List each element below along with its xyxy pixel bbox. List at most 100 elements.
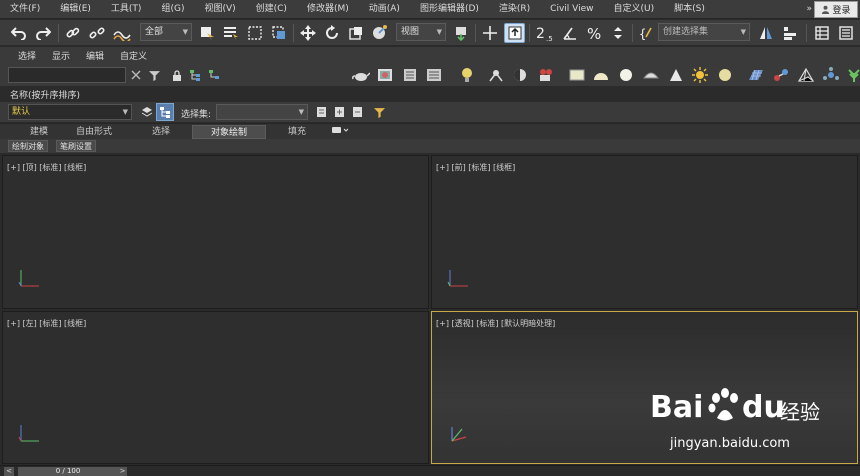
- undo-icon[interactable]: [8, 23, 30, 43]
- menu-graph-editors[interactable]: 图形编辑器(D): [410, 0, 489, 19]
- explorer-search-input[interactable]: [8, 67, 126, 83]
- tab-modeling[interactable]: 建模: [24, 125, 54, 139]
- tab-object-paint[interactable]: 对象绘制: [192, 125, 266, 139]
- layer-explorer-icon[interactable]: [811, 23, 833, 43]
- mirror-icon[interactable]: [755, 23, 777, 43]
- ribbon-options-icon[interactable]: [328, 125, 352, 139]
- atom-icon[interactable]: [822, 66, 840, 84]
- edit-named-selection-icon[interactable]: {: [636, 23, 656, 43]
- sphere-half-icon[interactable]: [511, 66, 529, 84]
- percent-snap-icon[interactable]: %: [583, 23, 605, 43]
- teapot-icon[interactable]: [352, 66, 370, 84]
- molecule-icon[interactable]: [772, 66, 790, 84]
- viewport-label[interactable]: [+] [左] [标准] [线框]: [7, 318, 86, 329]
- window-crossing-icon[interactable]: [268, 23, 290, 43]
- unlink-icon[interactable]: [86, 23, 108, 43]
- sphere-icon[interactable]: [617, 66, 635, 84]
- redo-icon[interactable]: [32, 23, 54, 43]
- scale-icon[interactable]: [345, 23, 367, 43]
- hemisphere-icon[interactable]: [592, 66, 610, 84]
- explorer-menu-edit[interactable]: 编辑: [78, 49, 112, 62]
- link-icon[interactable]: [62, 23, 84, 43]
- angle-snap-icon[interactable]: [559, 23, 581, 43]
- plane-icon[interactable]: [568, 66, 586, 84]
- pivot-center-icon[interactable]: [450, 23, 472, 43]
- spinner-snap-icon[interactable]: [607, 23, 629, 43]
- cone-icon[interactable]: [667, 66, 685, 84]
- explorer-menu-customize[interactable]: 自定义: [112, 49, 155, 62]
- viewport-front[interactable]: [+] [前] [标准] [线框]: [431, 155, 858, 309]
- tab-selection[interactable]: 选择: [144, 125, 178, 139]
- explorer-menu-display[interactable]: 显示: [44, 49, 78, 62]
- pyramid-icon[interactable]: [797, 66, 815, 84]
- menu-scripting[interactable]: 脚本(S): [664, 0, 715, 19]
- menu-animation[interactable]: 动画(A): [359, 0, 410, 19]
- selection-filter-dropdown[interactable]: 全部 ▼: [140, 23, 192, 41]
- subtab-brush-settings[interactable]: 笔刷设置: [56, 140, 96, 152]
- select-object-icon[interactable]: [196, 23, 218, 43]
- sky-sphere-icon[interactable]: [716, 66, 734, 84]
- hierarchy-icon[interactable]: [186, 66, 204, 84]
- rect-selection-region-icon[interactable]: [244, 23, 266, 43]
- grid-object-icon[interactable]: [747, 66, 765, 84]
- render-setup-icon[interactable]: [425, 66, 443, 84]
- clear-search-icon[interactable]: [127, 66, 145, 84]
- viewport-top[interactable]: [+] [顶] [标准] [线框]: [2, 155, 429, 309]
- viewport-label[interactable]: [+] [前] [标准] [线框]: [436, 162, 515, 173]
- move-icon[interactable]: [297, 23, 319, 43]
- render-frame-icon[interactable]: [376, 66, 394, 84]
- menu-civil-view[interactable]: Civil View: [540, 0, 603, 19]
- menu-rendering[interactable]: 渲染(R): [489, 0, 540, 19]
- new-selection-set-icon[interactable]: [312, 103, 330, 121]
- camera-rig-icon[interactable]: [487, 66, 505, 84]
- time-slider-thumb[interactable]: 0 / 100: [18, 467, 118, 476]
- menu-overflow-button[interactable]: »: [806, 0, 812, 19]
- light-bulb-icon[interactable]: [458, 66, 476, 84]
- tab-populate[interactable]: 填充: [280, 125, 314, 139]
- menu-customize[interactable]: 自定义(U): [604, 0, 665, 19]
- snaps-toggle-icon[interactable]: 2.5: [533, 23, 557, 43]
- viewport-label[interactable]: [+] [透视] [标准] [默认明暗处理]: [436, 318, 555, 329]
- menu-group[interactable]: 组(G): [151, 0, 194, 19]
- time-slider-next-button[interactable]: >: [118, 467, 127, 476]
- time-slider-prev-button[interactable]: <: [4, 467, 14, 476]
- subtab-paint-objects[interactable]: 绘制对象: [8, 140, 48, 152]
- name-column-header[interactable]: 名称(按升序排序): [10, 88, 80, 101]
- tab-freeform[interactable]: 自由形式: [66, 125, 122, 139]
- viewport-label[interactable]: [+] [顶] [标准] [线框]: [7, 162, 86, 173]
- reference-coordinate-dropdown[interactable]: 视图 ▼: [396, 23, 446, 41]
- bind-space-warp-icon[interactable]: [110, 23, 134, 43]
- foliage-icon[interactable]: [845, 66, 860, 84]
- filter-icon[interactable]: [145, 66, 163, 84]
- select-and-manipulate-icon[interactable]: [479, 23, 501, 43]
- remove-from-selection-set-icon[interactable]: [348, 103, 366, 121]
- menu-create[interactable]: 创建(C): [246, 0, 297, 19]
- layer-dropdown[interactable]: 默认 ▼: [8, 104, 132, 120]
- video-camera-icon[interactable]: [537, 66, 555, 84]
- ribbon-toggle-icon[interactable]: [835, 23, 857, 43]
- lock-icon[interactable]: [168, 66, 186, 84]
- geosphere-icon[interactable]: [642, 66, 660, 84]
- menu-modifiers[interactable]: 修改器(M): [297, 0, 359, 19]
- sun-icon[interactable]: [691, 66, 709, 84]
- place-icon[interactable]: [369, 23, 391, 43]
- select-by-name-icon[interactable]: [220, 23, 242, 43]
- menu-tools[interactable]: 工具(T): [101, 0, 152, 19]
- funnel-filter-icon[interactable]: [370, 103, 388, 121]
- login-button[interactable]: 登录: [814, 1, 858, 18]
- menu-view[interactable]: 视图(V): [194, 0, 245, 19]
- menu-edit[interactable]: 编辑(E): [50, 0, 101, 19]
- explorer-menu-select[interactable]: 选择: [10, 49, 44, 62]
- named-selection-dropdown[interactable]: 创建选择集 ▼: [658, 23, 750, 41]
- rotate-icon[interactable]: [321, 23, 343, 43]
- sort-hierarchy-icon[interactable]: [205, 66, 223, 84]
- layers-icon[interactable]: [138, 103, 156, 121]
- align-icon[interactable]: [779, 23, 801, 43]
- hierarchy-mode-icon[interactable]: [156, 103, 174, 121]
- selection-set-dropdown[interactable]: ▼: [216, 104, 308, 120]
- add-to-selection-set-icon[interactable]: [330, 103, 348, 121]
- material-editor-icon[interactable]: [401, 66, 419, 84]
- viewport-left[interactable]: [+] [左] [标准] [线框]: [2, 311, 429, 464]
- keyboard-shortcut-override-icon[interactable]: [504, 23, 525, 43]
- menu-file[interactable]: 文件(F): [0, 0, 50, 19]
